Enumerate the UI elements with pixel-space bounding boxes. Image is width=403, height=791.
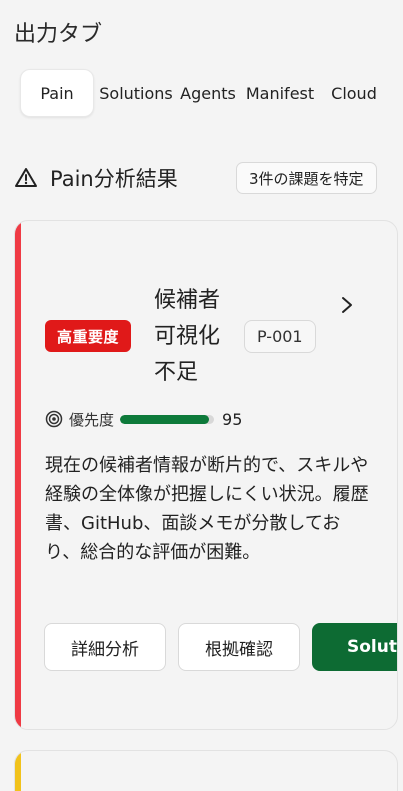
pain-card-2[interactable] [14, 750, 398, 791]
tab-pain[interactable]: Pain [20, 69, 94, 117]
analysis-title: Pain分析結果 [50, 167, 178, 191]
priority-bar [120, 414, 215, 424]
go-solutions-button[interactable]: Solutions [312, 623, 397, 671]
severity-stripe [15, 221, 21, 729]
severity-badge: 高重要度 [45, 320, 132, 352]
output-panel: 出力タブ Pain Solutions Agents Manifest Clou… [0, 0, 403, 791]
issues-found-badge: 3件の課題を特定 [236, 162, 377, 194]
target-icon [45, 410, 63, 428]
output-tabs: Pain Solutions Agents Manifest Cloud [20, 69, 392, 117]
go-solutions-label: Solutions [347, 637, 397, 657]
pain-id-badge: P-001 [244, 320, 316, 353]
priority-bar-fill [120, 414, 210, 424]
priority-label: 優先度 [69, 410, 115, 429]
tab-manifest[interactable]: Manifest [244, 69, 316, 117]
detail-analysis-button[interactable]: 詳細分析 [44, 623, 166, 671]
pain-description: 現在の候補者情報が断片的で、スキルや経験の全体像が把握しにくい状況。履歴書、Gi… [45, 455, 369, 563]
section-title: 出力タブ [14, 22, 103, 47]
priority-value: 95 [222, 409, 243, 429]
analysis-header: Pain分析結果 [14, 160, 178, 196]
pain-card[interactable]: 高重要度 候補者可視化不足 P-001 優先度 95 現在の候補者情報が断片的で… [14, 220, 398, 730]
priority-row: 優先度 95 [45, 407, 242, 431]
warning-triangle-icon [15, 168, 37, 187]
pain-title: 候補者可視化不足 [154, 288, 221, 385]
evidence-check-button[interactable]: 根拠確認 [178, 623, 300, 671]
chevron-right-icon[interactable] [337, 295, 357, 315]
tab-solutions[interactable]: Solutions [98, 69, 174, 117]
severity-stripe-2 [15, 751, 21, 791]
tab-cloud[interactable]: Cloud [316, 69, 392, 117]
tab-agents[interactable]: Agents [174, 69, 242, 117]
